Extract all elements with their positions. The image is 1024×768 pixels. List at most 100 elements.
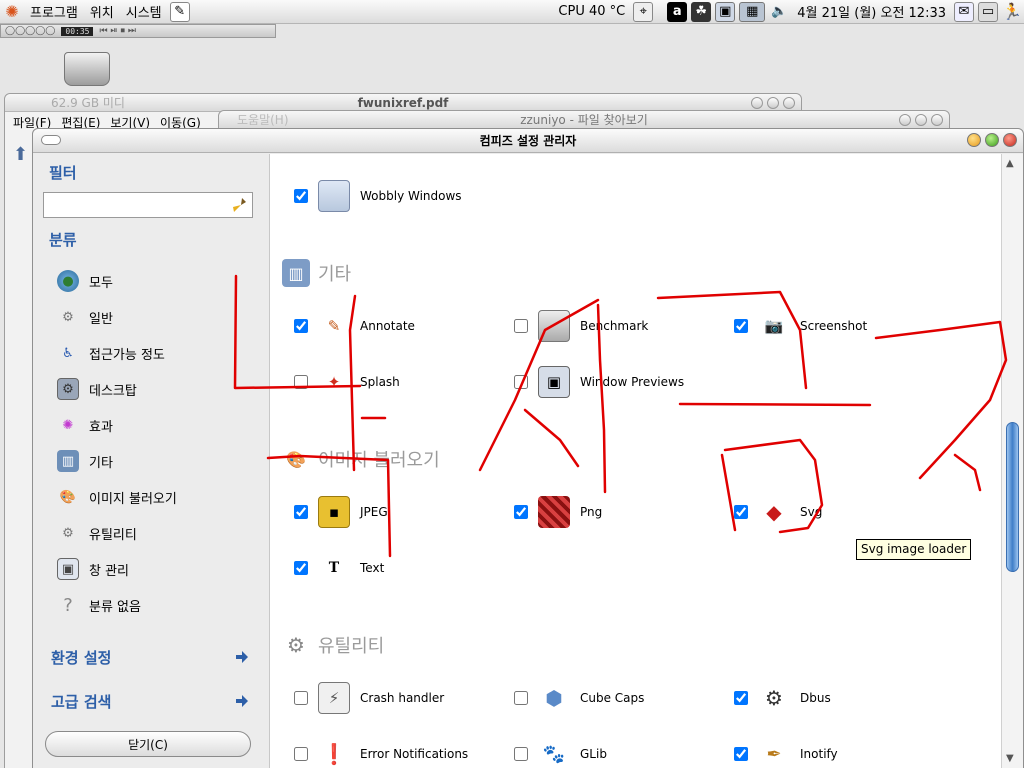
plugin-checkbox[interactable] [734, 747, 748, 761]
plugin-glib[interactable]: 🐾 GLib [514, 737, 607, 768]
wobbly-windows-icon [318, 180, 350, 212]
plugin-checkbox[interactable] [514, 691, 528, 705]
player-controls-icon[interactable]: ⏮ ⏯ ⏹ ⏭ [99, 26, 135, 36]
minimize-button[interactable] [967, 133, 981, 147]
tray-screenshot-icon[interactable]: ⌖ [633, 1, 654, 22]
desktop-drive-icon[interactable] [64, 52, 110, 86]
dbus-gears-icon: ⚙ [765, 686, 783, 710]
plugin-checkbox[interactable] [294, 747, 308, 761]
plugin-checkbox[interactable] [734, 505, 748, 519]
plugin-list-scrollbar[interactable]: ▲ ▼ [1001, 154, 1023, 768]
text-editor-launcher-icon[interactable]: ✎ [169, 1, 190, 22]
filter-input[interactable] [44, 193, 224, 217]
advanced-search-label: 고급 검색 [51, 692, 112, 711]
close-window-button[interactable] [1003, 133, 1017, 147]
clear-broom-icon[interactable] [232, 197, 248, 213]
filter-field[interactable] [43, 192, 253, 218]
plugin-crash-handler[interactable]: ⚡ Crash handler [294, 681, 444, 715]
text-icon: T [328, 560, 340, 576]
menu-system[interactable]: 시스템 [120, 2, 168, 21]
plugin-checkbox[interactable] [734, 319, 748, 333]
plugin-cube-caps[interactable]: ⬢ Cube Caps [514, 681, 644, 715]
plugin-screenshot[interactable]: 📷 Screenshot [734, 309, 867, 343]
category-image-loading[interactable]: 🎨 이미지 불러오기 [57, 485, 177, 509]
maximize-button[interactable] [985, 133, 999, 147]
camera-icon: 📷 [764, 317, 784, 335]
globe-icon: ● [57, 270, 79, 292]
category-general[interactable]: ⚙ 일반 [57, 305, 113, 329]
plugin-checkbox[interactable] [294, 319, 308, 333]
plugin-checkbox[interactable] [294, 189, 308, 203]
ccsm-titlebar[interactable]: 컴피즈 설정 관리자 [33, 129, 1023, 153]
plugin-window-previews[interactable]: ▣ Window Previews [514, 365, 684, 399]
plugin-label: Wobbly Windows [360, 189, 462, 203]
plugin-checkbox[interactable] [514, 319, 528, 333]
close-button[interactable]: 닫기(C) [45, 731, 251, 757]
plugin-wobbly-windows[interactable]: Wobbly Windows [294, 179, 462, 213]
workspace-switcher-icon[interactable]: ▦ [739, 1, 766, 22]
minimize-button[interactable] [751, 97, 763, 109]
minimize-button[interactable] [899, 114, 911, 126]
svg-icon: ◆ [766, 500, 782, 524]
tray-network-icon[interactable]: ▣ [715, 1, 736, 22]
advanced-search-link[interactable]: 고급 검색 [51, 689, 249, 713]
plugin-checkbox[interactable] [514, 747, 528, 761]
section-title: 유틸리티 [318, 636, 385, 657]
browser-window-titlebar[interactable]: zzuniyo - 파일 찾아보기 도움말(H) [219, 111, 949, 129]
back-arrow-icon[interactable]: ⬆ [13, 144, 28, 165]
logout-running-man-icon[interactable]: 🏃 [1002, 2, 1022, 22]
category-extras[interactable]: ▥ 기타 [57, 449, 113, 473]
scroll-up-icon[interactable]: ▲ [1006, 158, 1014, 169]
window-menu-button[interactable] [41, 135, 61, 145]
palette-icon: 🎨 [286, 449, 306, 469]
ubuntu-logo-icon[interactable]: ✺ [2, 2, 22, 22]
category-all[interactable]: ● 모두 [57, 269, 113, 293]
menu-places[interactable]: 위치 [84, 2, 120, 21]
scroll-thumb[interactable] [1006, 422, 1019, 572]
wheelchair-icon: ♿ [62, 345, 74, 361]
volume-icon[interactable]: 🔈 [769, 2, 789, 22]
scroll-down-icon[interactable]: ▼ [1006, 753, 1014, 764]
category-label: 모두 [89, 275, 113, 291]
plugin-jpeg[interactable]: ▪ JPEG [294, 495, 388, 529]
tray-screen-icon[interactable]: ▭ [978, 1, 998, 22]
plugin-dbus[interactable]: ⚙ Dbus [734, 681, 831, 715]
tray-gimp-icon[interactable]: ☘ [691, 1, 712, 22]
plugin-checkbox[interactable] [294, 375, 308, 389]
category-accessibility[interactable]: ♿ 접근가능 정도 [57, 341, 165, 365]
plugin-annotate[interactable]: ✎ Annotate [294, 309, 415, 343]
category-effects[interactable]: ✺ 효과 [57, 413, 113, 437]
category-desktop[interactable]: ⚙ 데스크탑 [57, 377, 137, 401]
category-window-management[interactable]: ▣ 창 관리 [57, 557, 129, 581]
plugin-svg[interactable]: ◆ Svg [734, 495, 822, 529]
plugin-checkbox[interactable] [294, 691, 308, 705]
plugin-checkbox[interactable] [514, 375, 528, 389]
plugin-splash[interactable]: ✦ Splash [294, 365, 400, 399]
splash-icon: ✦ [327, 373, 341, 391]
category-utility[interactable]: ⚙ 유틸리티 [57, 521, 137, 545]
ccsm-window[interactable]: 컴피즈 설정 관리자 필터 분류 ● 모두 ⚙ 일반 ♿ 접근가능 정도 ⚙ 데… [32, 128, 1024, 768]
maximize-button[interactable] [767, 97, 779, 109]
preferences-link[interactable]: 환경 설정 [51, 645, 249, 669]
close-window-button[interactable] [783, 97, 795, 109]
plugin-benchmark[interactable]: Benchmark [514, 309, 648, 343]
plugin-checkbox[interactable] [734, 691, 748, 705]
plugin-checkbox[interactable] [294, 505, 308, 519]
jpeg-icon: ▪ [318, 496, 350, 528]
plugin-checkbox[interactable] [514, 505, 528, 519]
plugin-error-notifications[interactable]: ❗ Error Notifications [294, 737, 468, 768]
plugin-checkbox[interactable] [294, 561, 308, 575]
plugin-inotify[interactable]: ✒ Inotify [734, 737, 838, 768]
maximize-button[interactable] [915, 114, 927, 126]
category-uncategorized[interactable]: ? 분류 없음 [57, 593, 141, 617]
plugin-text[interactable]: T Text [294, 551, 384, 585]
pdf-help-menu[interactable]: 도움말(H) [237, 111, 289, 129]
tray-notes-icon[interactable]: ✉ [954, 1, 974, 22]
menu-applications[interactable]: 프로그램 [24, 2, 84, 21]
plugin-png[interactable]: Png [514, 495, 602, 529]
tray-a-icon[interactable]: a [667, 1, 688, 22]
mini-media-player[interactable]: ◯◯◯◯◯ 00:35 ⏮ ⏯ ⏹ ⏭ [0, 24, 276, 38]
close-window-button[interactable] [931, 114, 943, 126]
clock[interactable]: 4월 21일 (월) 오전 12:33 [791, 2, 952, 21]
plugin-label: Dbus [800, 691, 831, 705]
